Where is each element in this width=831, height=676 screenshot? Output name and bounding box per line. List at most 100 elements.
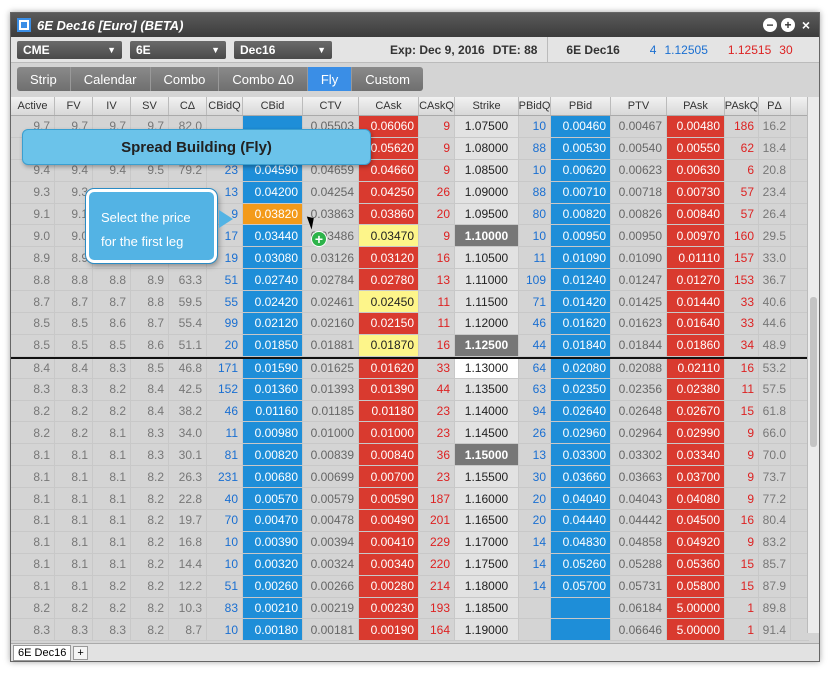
cell-call-bid[interactable]: 0.00570 <box>243 488 303 510</box>
cell-put-bid[interactable]: 0.00820 <box>551 203 611 225</box>
cell-call-bid[interactable]: 0.04200 <box>243 181 303 203</box>
header-call-theo[interactable]: CTV <box>303 97 359 115</box>
cell-put-ask-qty[interactable]: 9 <box>725 488 759 510</box>
cell-put-bid-qty[interactable]: 63 <box>519 378 551 400</box>
cell-call-ask[interactable]: 0.02780 <box>359 269 419 291</box>
cell-call-bid-qty[interactable]: 81 <box>207 444 243 466</box>
cell-put-bid[interactable]: 0.02350 <box>551 378 611 400</box>
cell-call-bid[interactable]: 0.00820 <box>243 444 303 466</box>
cell-put-bid[interactable]: 0.04440 <box>551 510 611 531</box>
add-sheet-button[interactable]: + <box>73 645 88 660</box>
cell-put-ask[interactable]: 0.01270 <box>667 269 725 291</box>
cell-call-bid-qty[interactable]: 51 <box>207 269 243 291</box>
cell-put-bid[interactable]: 0.02960 <box>551 422 611 444</box>
cell-call-bid-qty[interactable]: 11 <box>207 422 243 444</box>
cell-put-ask[interactable]: 0.03700 <box>667 466 725 488</box>
cell-put-ask-qty[interactable]: 15 <box>725 575 759 597</box>
cell-call-bid-qty[interactable]: 10 <box>207 619 243 641</box>
cell-call-ask[interactable]: 0.02450 <box>359 291 419 313</box>
cell-call-bid-qty[interactable]: 20 <box>207 334 243 356</box>
cell-put-bid-qty[interactable]: 14 <box>519 553 551 575</box>
expiry-select[interactable]: Dec16 ▼ <box>234 40 332 59</box>
cell-put-bid-qty[interactable]: 30 <box>519 466 551 488</box>
cell-put-ask[interactable]: 0.02990 <box>667 422 725 444</box>
cell-call-ask-qty[interactable]: 13 <box>419 269 455 291</box>
cell-call-ask-qty[interactable]: 9 <box>419 137 455 159</box>
header-call-delta[interactable]: CΔ <box>169 97 207 115</box>
cell-call-bid-qty[interactable]: 10 <box>207 531 243 553</box>
header-put-delta[interactable]: PΔ <box>759 97 791 115</box>
cell-call-bid[interactable]: 0.03080 <box>243 247 303 269</box>
cell-put-ask[interactable]: 0.01440 <box>667 291 725 313</box>
cell-put-ask-qty[interactable]: 33 <box>725 313 759 334</box>
cell-call-ask[interactable]: 0.01000 <box>359 422 419 444</box>
header-put-ask[interactable]: PAsk <box>667 97 725 115</box>
cell-call-ask[interactable]: 0.00190 <box>359 619 419 641</box>
cell-call-ask[interactable]: 0.01870 <box>359 334 419 356</box>
cell-call-ask[interactable]: 0.03120 <box>359 247 419 269</box>
tab-combo[interactable]: Combo <box>151 67 220 91</box>
cell-call-bid-qty[interactable]: 46 <box>207 400 243 422</box>
title-bar[interactable]: 6E Dec16 [Euro] (BETA) − + × <box>11 13 819 37</box>
tab-fly[interactable]: Fly <box>307 67 353 91</box>
cell-put-ask[interactable]: 0.00840 <box>667 203 725 225</box>
cell-call-bid[interactable]: 0.00260 <box>243 575 303 597</box>
tab-strip[interactable]: Strip <box>17 67 71 91</box>
cell-put-ask[interactable]: 5.00000 <box>667 619 725 641</box>
minimize-icon[interactable]: − <box>763 18 777 32</box>
add-window-icon[interactable]: + <box>781 18 795 32</box>
cell-put-ask-qty[interactable]: 1 <box>725 619 759 641</box>
cell-call-ask-qty[interactable]: 33 <box>419 358 455 378</box>
cell-call-bid-qty[interactable]: 51 <box>207 575 243 597</box>
cell-call-ask-qty[interactable]: 23 <box>419 466 455 488</box>
cell-put-bid[interactable]: 0.00710 <box>551 181 611 203</box>
cell-put-ask-qty[interactable]: 15 <box>725 553 759 575</box>
cell-call-bid[interactable]: 0.00390 <box>243 531 303 553</box>
cell-call-ask[interactable]: 0.03860 <box>359 203 419 225</box>
cell-put-bid-qty[interactable]: 14 <box>519 575 551 597</box>
cell-call-bid[interactable]: 0.00320 <box>243 553 303 575</box>
cell-put-ask[interactable]: 0.00630 <box>667 159 725 181</box>
cell-call-bid[interactable]: 0.03440 <box>243 225 303 247</box>
cell-call-ask-qty[interactable]: 187 <box>419 488 455 510</box>
header-active[interactable]: Active <box>11 97 55 115</box>
header-call-ask[interactable]: CAsk <box>359 97 419 115</box>
cell-call-bid[interactable]: 0.03820 <box>243 203 303 225</box>
cell-call-bid[interactable]: 0.00210 <box>243 597 303 619</box>
cell-put-bid-qty[interactable]: 46 <box>519 313 551 334</box>
header-call-bid[interactable]: CBid <box>243 97 303 115</box>
cell-put-bid-qty[interactable] <box>519 597 551 619</box>
cell-put-bid-qty[interactable]: 11 <box>519 247 551 269</box>
cell-put-ask-qty[interactable]: 160 <box>725 225 759 247</box>
cell-put-bid-qty[interactable]: 10 <box>519 225 551 247</box>
cell-call-ask-qty[interactable]: 16 <box>419 334 455 356</box>
cell-put-ask-qty[interactable]: 6 <box>725 159 759 181</box>
cell-put-ask-qty[interactable]: 9 <box>725 466 759 488</box>
cell-call-ask-qty[interactable]: 9 <box>419 225 455 247</box>
cell-put-bid-qty[interactable]: 88 <box>519 181 551 203</box>
cell-call-bid[interactable]: 0.01160 <box>243 400 303 422</box>
cell-call-ask-qty[interactable]: 193 <box>419 597 455 619</box>
header-fv[interactable]: FV <box>55 97 93 115</box>
cell-put-ask-qty[interactable]: 62 <box>725 137 759 159</box>
cell-put-ask-qty[interactable]: 57 <box>725 203 759 225</box>
cell-put-ask[interactable]: 5.00000 <box>667 597 725 619</box>
cell-put-ask[interactable]: 0.04920 <box>667 531 725 553</box>
close-icon[interactable]: × <box>799 18 813 32</box>
cell-put-bid-qty[interactable] <box>519 619 551 641</box>
cell-put-bid-qty[interactable]: 94 <box>519 400 551 422</box>
cell-put-ask[interactable]: 0.04080 <box>667 488 725 510</box>
cell-put-bid-qty[interactable]: 80 <box>519 203 551 225</box>
cell-call-bid[interactable]: 0.01360 <box>243 378 303 400</box>
cell-put-bid[interactable]: 0.01620 <box>551 313 611 334</box>
cell-put-bid-qty[interactable]: 10 <box>519 116 551 137</box>
cell-put-bid-qty[interactable]: 20 <box>519 488 551 510</box>
cell-put-bid[interactable]: 0.01090 <box>551 247 611 269</box>
cell-put-bid[interactable]: 0.04830 <box>551 531 611 553</box>
cell-put-bid-qty[interactable]: 44 <box>519 334 551 356</box>
cell-put-ask-qty[interactable]: 157 <box>725 247 759 269</box>
header-put-ask-qty[interactable]: PAskQ <box>725 97 759 115</box>
cell-call-bid[interactable]: 0.02740 <box>243 269 303 291</box>
cell-call-ask[interactable]: 0.00410 <box>359 531 419 553</box>
cell-call-ask[interactable]: 0.00840 <box>359 444 419 466</box>
